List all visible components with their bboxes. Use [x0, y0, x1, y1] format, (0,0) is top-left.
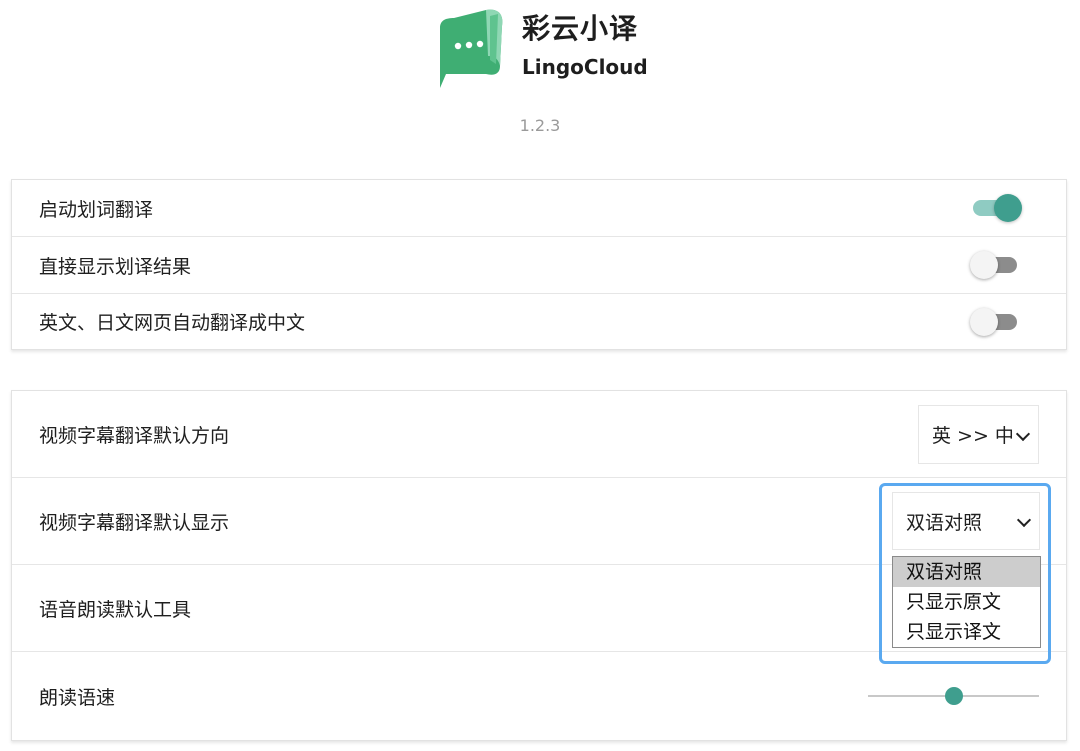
toggle-auto-translate-page[interactable]	[970, 307, 1020, 336]
speech-bubble-logo-icon	[440, 9, 503, 88]
toggle-knob	[970, 307, 998, 336]
dropdown-option-translation-only[interactable]: 只显示译文	[893, 617, 1040, 647]
setting-label: 朗读语速	[39, 686, 116, 709]
setting-row-selection-translate: 启动划词翻译	[12, 180, 1066, 237]
brand-text: 彩云小译 LingoCloud	[522, 12, 648, 82]
settings-page: 彩云小译 LingoCloud 1.2.3 启动划词翻译 直接显示划译结果 英文…	[0, 0, 1080, 751]
setting-row-reading-speed: 朗读语速	[12, 652, 1066, 740]
toggle-selection-translate[interactable]	[970, 194, 1022, 222]
brand-header: 彩云小译 LingoCloud	[436, 8, 648, 90]
general-settings-card: 启动划词翻译 直接显示划译结果 英文、日文网页自动翻译成中文	[11, 179, 1067, 350]
subtitle-display-dropdown: 双语对照 只显示原文 只显示译文	[892, 556, 1041, 648]
toggle-knob	[994, 194, 1022, 222]
dropdown-option-bilingual[interactable]: 双语对照	[893, 557, 1040, 587]
select-value: 双语对照	[906, 511, 983, 534]
setting-label: 直接显示划译结果	[39, 255, 192, 278]
setting-label: 视频字幕翻译默认显示	[39, 511, 230, 534]
setting-label: 英文、日文网页自动翻译成中文	[39, 312, 306, 334]
chevron-down-icon	[1015, 426, 1031, 441]
slider-thumb[interactable]	[944, 687, 963, 705]
chevron-down-icon	[1016, 512, 1032, 528]
app-name-en: LingoCloud	[522, 55, 648, 79]
toggle-knob	[970, 251, 998, 279]
setting-row-subtitle-direction: 视频字幕翻译默认方向 英 >> 中	[12, 391, 1066, 478]
subtitle-display-select[interactable]: 双语对照	[892, 492, 1040, 550]
setting-row-auto-translate-page: 英文、日文网页自动翻译成中文	[12, 294, 1066, 349]
setting-label: 启动划词翻译	[39, 198, 154, 221]
toggle-show-result[interactable]	[970, 251, 1020, 279]
setting-label: 视频字幕翻译默认方向	[39, 424, 230, 447]
setting-row-show-result: 直接显示划译结果	[12, 237, 1066, 294]
version-label: 1.2.3	[519, 116, 561, 135]
dropdown-option-original-only[interactable]: 只显示原文	[893, 587, 1040, 617]
select-value: 英 >> 中	[932, 425, 1014, 447]
app-name-cn: 彩云小译	[522, 12, 639, 45]
setting-label: 语音朗读默认工具	[39, 598, 192, 621]
reading-speed-slider[interactable]	[868, 686, 1039, 706]
subtitle-direction-select[interactable]: 英 >> 中	[918, 405, 1039, 464]
